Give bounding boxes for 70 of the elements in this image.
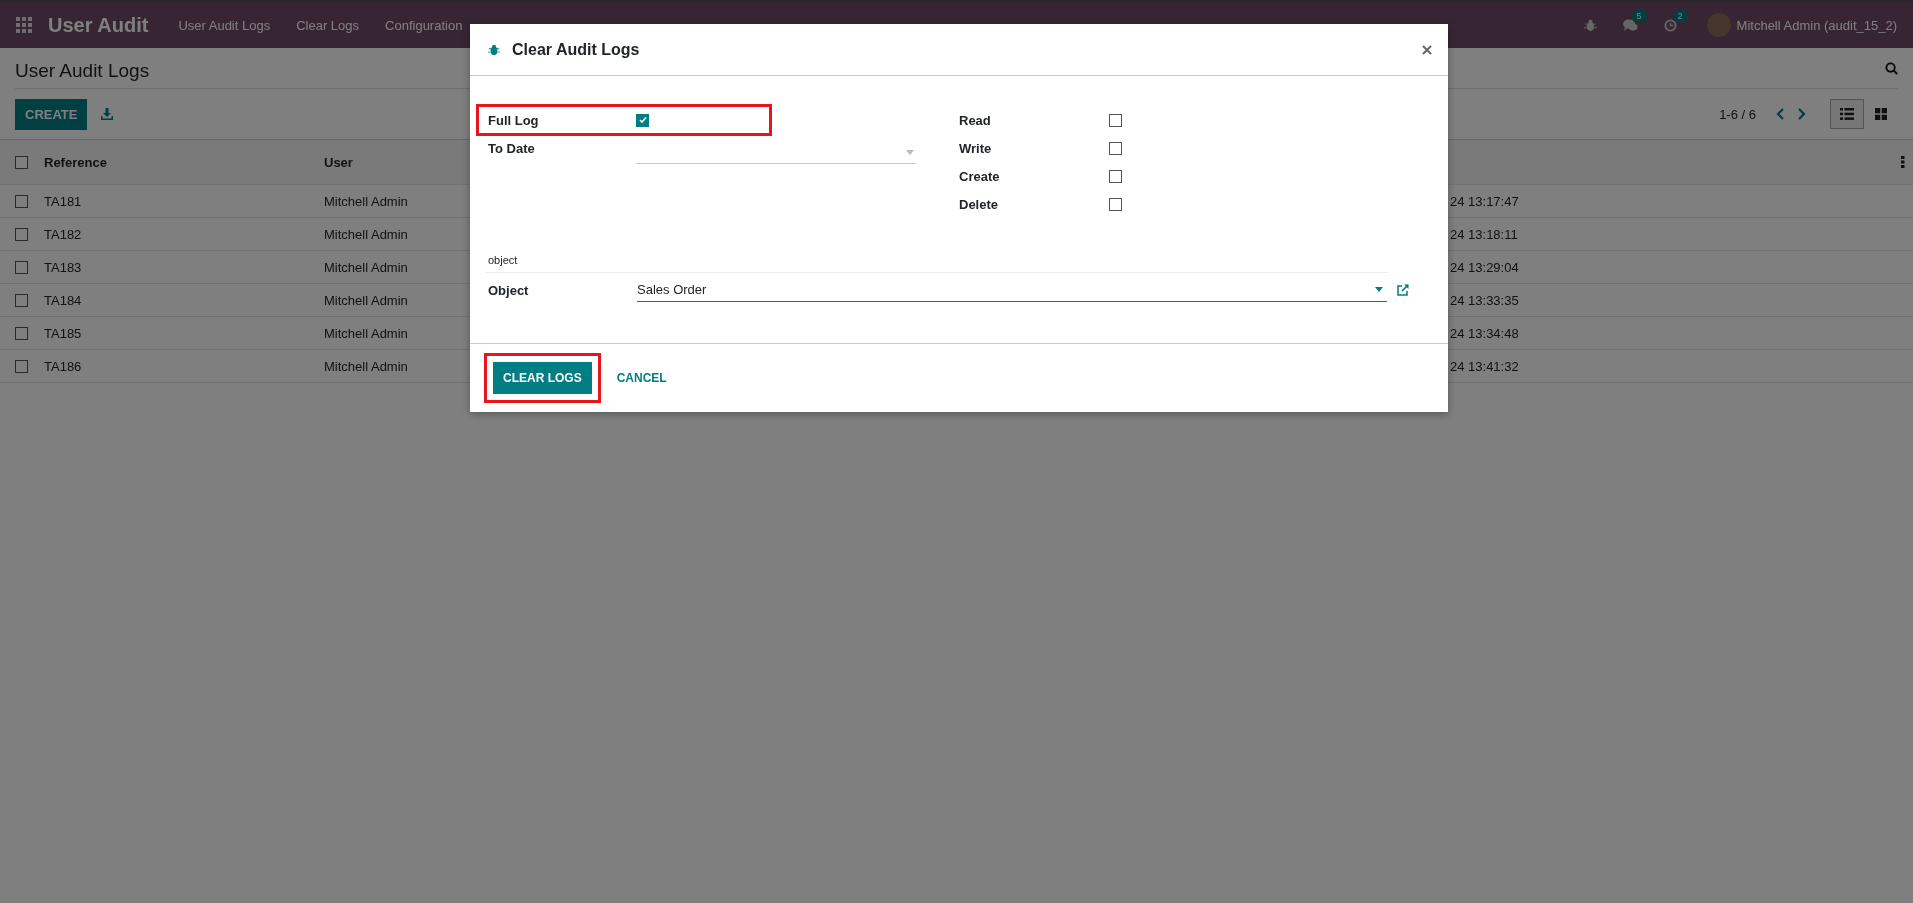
operation-checkbox[interactable] (1109, 169, 1122, 183)
row-checkbox[interactable] (15, 260, 28, 274)
close-icon[interactable] (1422, 44, 1432, 55)
table-cell: 24 13:18:11 (1450, 226, 1518, 242)
table-cell: 24 13:29:04 (1450, 259, 1519, 275)
table-cell-text: TA181 (44, 193, 83, 209)
list-icon[interactable] (1840, 108, 1854, 120)
table-cell: 24 13:17:47 (1450, 193, 1519, 209)
caret-icon[interactable] (1375, 287, 1383, 292)
field-label: Create (959, 168, 1001, 184)
create-button[interactable]: CREATE (15, 98, 88, 130)
field-label: Write (959, 140, 993, 156)
grid-icon[interactable] (1875, 108, 1887, 120)
operation-checkbox[interactable] (1109, 197, 1122, 211)
clock-icon[interactable] (1663, 18, 1677, 32)
kebab-menu-icon[interactable] (1901, 156, 1905, 168)
field-label: Object (488, 282, 530, 298)
page-title: User Audit Logs (15, 60, 151, 82)
clear-logs-button[interactable]: CLEAR LOGS (493, 362, 592, 394)
column-header[interactable]: User (324, 154, 353, 170)
table-cell-text: TA186 (44, 358, 83, 374)
field-label: Full Log (488, 112, 540, 128)
pager-count: 1-6 / 6 (1719, 106, 1756, 122)
table-cell: Mitchell Admin (324, 325, 408, 341)
apps-grid-icon[interactable] (16, 17, 32, 33)
row-checkbox[interactable] (15, 194, 28, 208)
menu-item[interactable]: User Audit Logs (178, 17, 271, 33)
dialog-title: Clear Audit Logs (512, 40, 640, 59)
counter-badge: 5 (1631, 9, 1647, 22)
cancel-button[interactable]: CANCEL (606, 362, 677, 394)
field-label: To Date (488, 140, 536, 156)
table-cell: Mitchell Admin (324, 193, 408, 209)
object-select-field[interactable]: Sales Order (637, 278, 1387, 302)
operation-checkbox[interactable] (1109, 113, 1122, 127)
user-name[interactable]: Mitchell Admin (audit_15_2) (1736, 17, 1897, 33)
row-checkbox[interactable] (15, 227, 28, 241)
table-cell: Mitchell Admin (324, 292, 408, 308)
table-cell: Mitchell Admin (324, 259, 408, 275)
row-checkbox[interactable] (15, 293, 28, 307)
external-link-icon[interactable] (1397, 284, 1409, 296)
operation-checkbox[interactable] (1109, 141, 1122, 155)
chat-icon[interactable] (1622, 18, 1638, 32)
select-all-checkbox[interactable] (15, 155, 28, 169)
table-cell-text: TA182 (44, 226, 83, 242)
bug-icon[interactable] (1583, 18, 1597, 32)
download-icon[interactable] (101, 108, 114, 120)
table-cell-text: TA185 (44, 325, 83, 341)
menu-item[interactable]: Configuration (385, 17, 463, 33)
table-cell-text: TA183 (44, 259, 83, 275)
table-cell: Mitchell Admin (324, 358, 408, 374)
counter-badge: 2 (1672, 9, 1688, 22)
field-label: Delete (959, 196, 1000, 212)
table-cell: 24 13:34:48 (1450, 325, 1519, 341)
table-cell: 24 13:41:32 (1450, 358, 1519, 374)
section-label: object (486, 254, 1388, 273)
full-log-checkbox[interactable] (636, 113, 649, 127)
app-title[interactable]: User Audit (48, 13, 149, 37)
chevron-right-icon[interactable] (1796, 108, 1806, 120)
search-icon[interactable] (1885, 61, 1898, 75)
chevron-left-icon[interactable] (1776, 108, 1786, 120)
menu-item[interactable]: Clear Logs (296, 17, 360, 33)
table-cell-text: TA184 (44, 292, 83, 308)
table-cell: 24 13:33:35 (1450, 292, 1519, 308)
row-checkbox[interactable] (15, 326, 28, 340)
table-cell: Mitchell Admin (324, 226, 408, 242)
column-header[interactable]: Reference (44, 154, 324, 170)
list-view-button[interactable] (1830, 99, 1864, 129)
bug-icon (488, 43, 500, 56)
row-checkbox[interactable] (15, 359, 28, 373)
field-label: Read (959, 112, 992, 128)
